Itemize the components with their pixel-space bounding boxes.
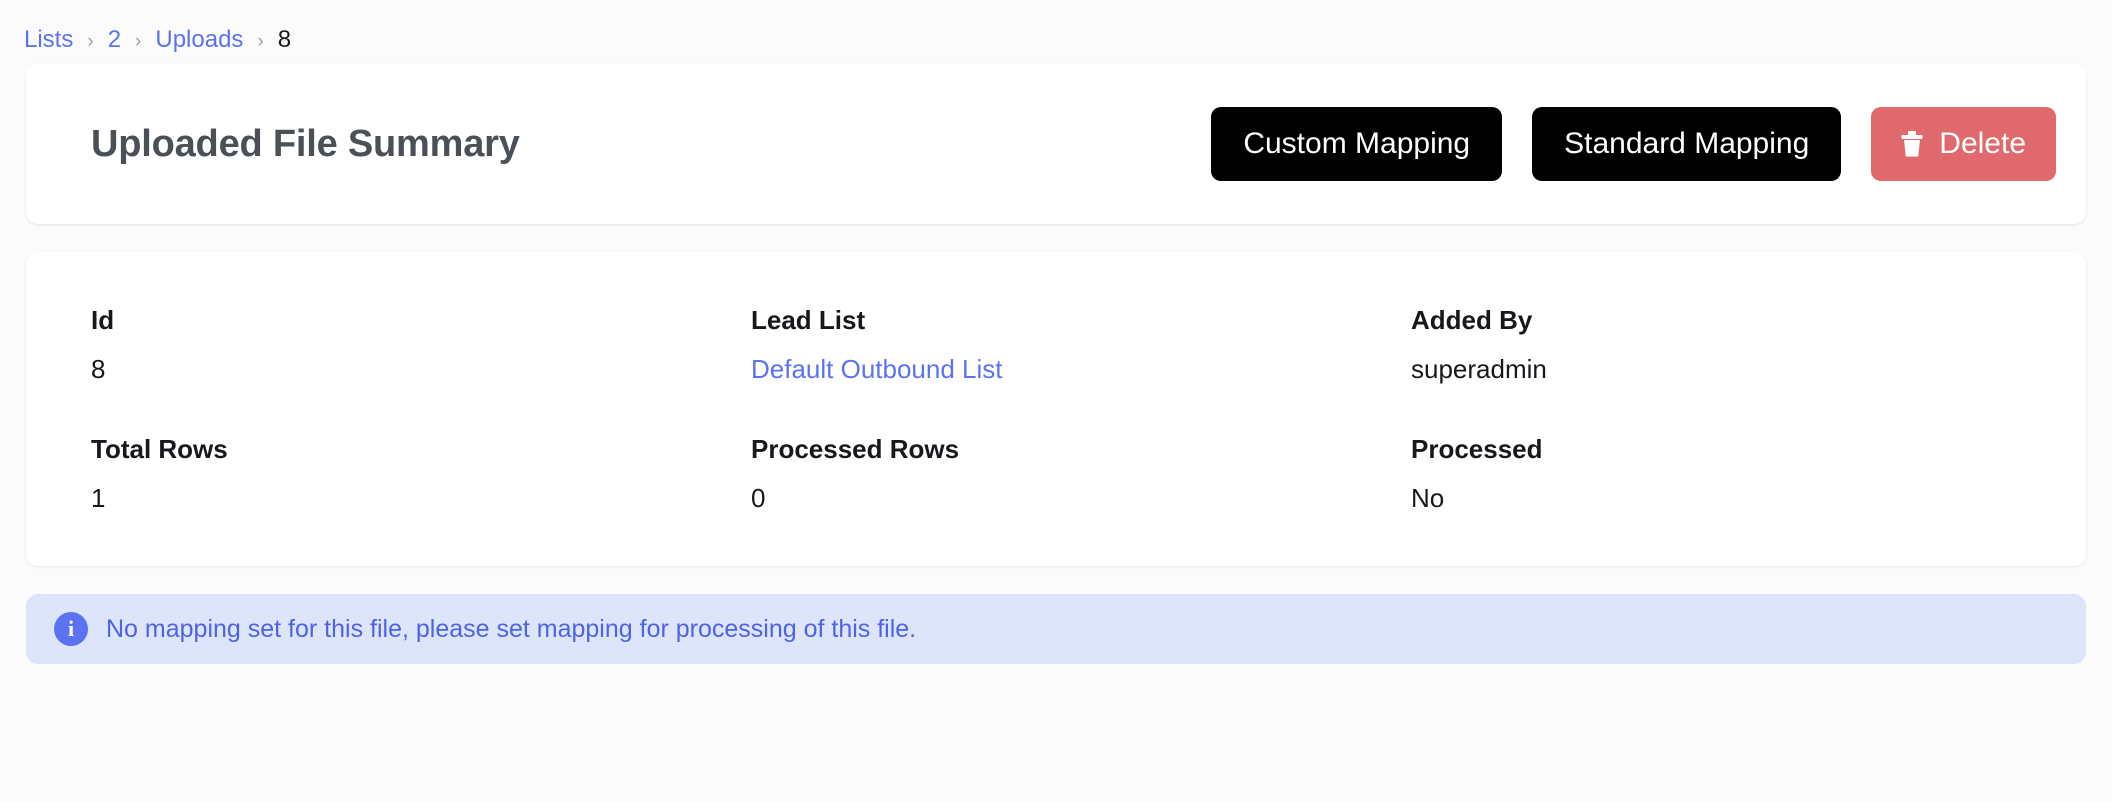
- info-alert-message: No mapping set for this file, please set…: [106, 614, 917, 643]
- breadcrumb-item-2[interactable]: 2: [108, 28, 121, 52]
- field-value: No: [1411, 482, 1445, 513]
- custom-mapping-button[interactable]: Custom Mapping: [1211, 107, 1503, 181]
- delete-button-label: Delete: [1939, 127, 2026, 160]
- details-card: Id 8 Lead List Default Outbound List Add…: [26, 252, 2086, 567]
- field-id: Id 8: [91, 306, 751, 383]
- trash-icon: [1901, 131, 1923, 157]
- page-root: Lists › 2 › Uploads › 8 Uploaded File Su…: [0, 0, 2112, 802]
- field-label: Id: [91, 305, 115, 335]
- header-actions: Custom Mapping Standard Mapping Delete: [1211, 107, 2056, 181]
- field-processed-rows: Processed Rows 0: [751, 435, 1411, 512]
- breadcrumb-item-lists[interactable]: Lists: [24, 28, 73, 52]
- field-value-link-lead-list[interactable]: Default Outbound List: [751, 354, 1003, 384]
- field-value: 8: [91, 353, 106, 384]
- delete-button[interactable]: Delete: [1871, 107, 2056, 181]
- field-value: superadmin: [1411, 353, 1547, 384]
- field-label: Processed: [1411, 434, 1543, 465]
- breadcrumb-separator-icon: ›: [135, 30, 142, 52]
- field-value: 1: [91, 482, 106, 513]
- detail-grid: Id 8 Lead List Default Outbound List Add…: [91, 306, 2021, 512]
- info-alert: i No mapping set for this file, please s…: [26, 594, 2086, 665]
- field-processed: Processed No: [1411, 435, 2021, 512]
- breadcrumb-separator-icon: ›: [257, 30, 264, 52]
- field-label: Added By: [1411, 305, 1533, 335]
- header-card: Uploaded File Summary Custom Mapping Sta…: [26, 64, 2086, 224]
- field-added-by: Added By superadmin: [1411, 306, 2021, 383]
- breadcrumb-item-current: 8: [277, 26, 292, 53]
- field-lead-list: Lead List Default Outbound List: [751, 306, 1411, 383]
- field-label: Total Rows: [91, 434, 228, 465]
- field-value: 0: [751, 482, 766, 513]
- breadcrumb-separator-icon: ›: [87, 30, 94, 52]
- field-label: Processed Rows: [751, 434, 960, 465]
- standard-mapping-button[interactable]: Standard Mapping: [1532, 107, 1842, 181]
- breadcrumb: Lists › 2 › Uploads › 8: [0, 0, 2112, 58]
- field-total-rows: Total Rows 1: [91, 435, 751, 512]
- page-title: Uploaded File Summary: [91, 122, 520, 165]
- info-icon: i: [54, 612, 88, 647]
- field-label: Lead List: [751, 305, 866, 335]
- breadcrumb-item-uploads[interactable]: Uploads: [155, 28, 243, 52]
